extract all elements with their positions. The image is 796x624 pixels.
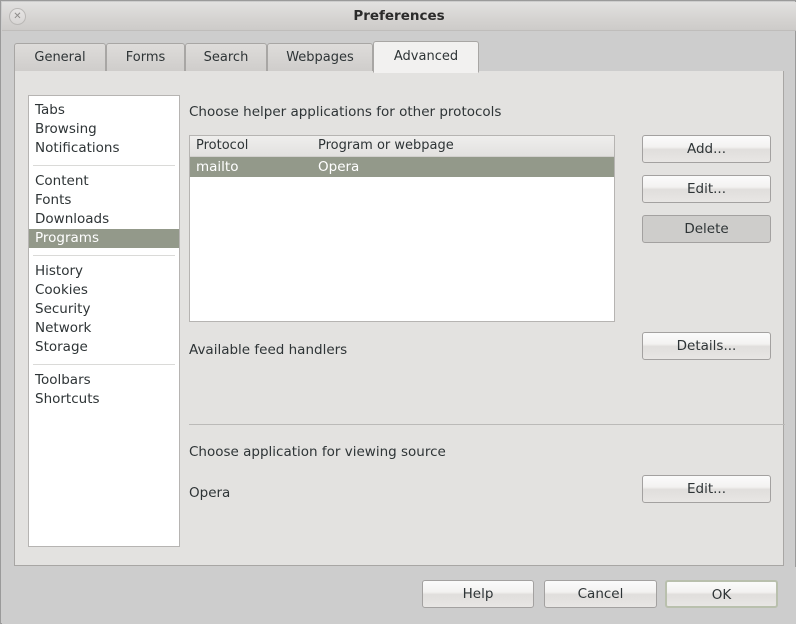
table-row[interactable]: mailto Opera [190, 157, 614, 177]
cell-protocol: mailto [196, 159, 239, 175]
title-bar: ✕ Preferences [2, 2, 796, 31]
viewing-source-value: Opera [189, 485, 231, 501]
tab-search[interactable]: Search [185, 43, 267, 72]
tab-advanced[interactable]: Advanced [373, 41, 479, 73]
section-divider [189, 424, 785, 425]
tab-forms[interactable]: Forms [106, 43, 185, 72]
column-header-program[interactable]: Program or webpage [312, 136, 612, 156]
sidebar-divider-1 [33, 165, 175, 166]
programs-settings: Choose helper applications for other pro… [189, 71, 785, 565]
sidebar-group-2: Content Fonts Downloads Programs [29, 172, 179, 248]
protocol-list[interactable]: Protocol Program or webpage mailto Opera [189, 135, 615, 322]
sidebar-group-3: History Cookies Security Network Storage [29, 262, 179, 357]
tab-general[interactable]: General [14, 43, 106, 72]
sidebar-group-1: Tabs Browsing Notifications [29, 101, 179, 158]
feed-details-button[interactable]: Details... [642, 332, 771, 360]
preferences-window: ✕ Preferences General Forms Search Webpa… [0, 0, 796, 624]
advanced-panel: Tabs Browsing Notifications Content Font… [14, 71, 785, 566]
sidebar-item-network[interactable]: Network [29, 319, 179, 338]
sidebar-item-history[interactable]: History [29, 262, 179, 281]
column-header-protocol[interactable]: Protocol [190, 136, 312, 156]
sidebar-divider-2 [33, 255, 175, 256]
add-button[interactable]: Add... [642, 135, 771, 163]
sidebar-group-4: Toolbars Shortcuts [29, 371, 179, 409]
sidebar-item-notifications[interactable]: Notifications [29, 139, 179, 158]
delete-button[interactable]: Delete [642, 215, 771, 243]
sidebar-item-browsing[interactable]: Browsing [29, 120, 179, 139]
sidebar-item-toolbars[interactable]: Toolbars [29, 371, 179, 390]
sidebar-item-fonts[interactable]: Fonts [29, 191, 179, 210]
feed-handlers-label: Available feed handlers [189, 342, 348, 358]
sidebar-item-content[interactable]: Content [29, 172, 179, 191]
sidebar-divider-3 [33, 364, 175, 365]
sidebar-item-downloads[interactable]: Downloads [29, 210, 179, 229]
category-sidebar[interactable]: Tabs Browsing Notifications Content Font… [28, 95, 180, 547]
tab-bar: General Forms Search Webpages Advanced [14, 41, 784, 73]
sidebar-item-programs[interactable]: Programs [29, 229, 179, 248]
ok-button[interactable]: OK [665, 580, 778, 608]
dialog-button-bar: Help Cancel OK [2, 567, 796, 624]
sidebar-item-tabs[interactable]: Tabs [29, 101, 179, 120]
tab-webpages[interactable]: Webpages [267, 43, 373, 72]
protocol-list-header: Protocol Program or webpage [190, 136, 614, 157]
sidebar-item-security[interactable]: Security [29, 300, 179, 319]
help-button[interactable]: Help [422, 580, 534, 608]
sidebar-item-shortcuts[interactable]: Shortcuts [29, 390, 179, 409]
protocols-heading: Choose helper applications for other pro… [189, 104, 502, 120]
window-title: Preferences [353, 8, 445, 24]
viewing-source-heading: Choose application for viewing source [189, 444, 446, 460]
edit-viewer-button[interactable]: Edit... [642, 475, 771, 503]
sidebar-item-cookies[interactable]: Cookies [29, 281, 179, 300]
edit-protocol-button[interactable]: Edit... [642, 175, 771, 203]
cancel-button[interactable]: Cancel [544, 580, 657, 608]
cell-program: Opera [318, 159, 360, 175]
sidebar-item-storage[interactable]: Storage [29, 338, 179, 357]
